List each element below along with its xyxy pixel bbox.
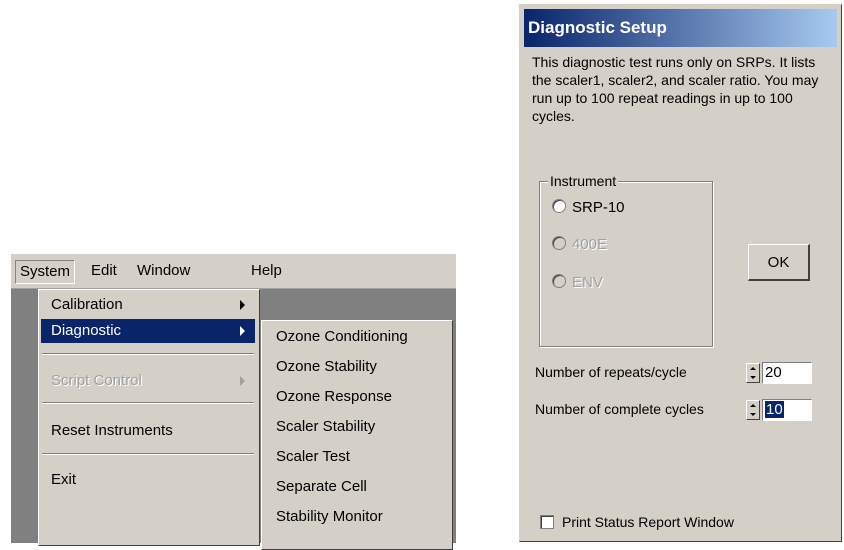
menu-help[interactable]: Help — [247, 260, 286, 282]
radio-400e[interactable]: 400E — [552, 235, 607, 255]
menu-system[interactable]: System — [15, 260, 76, 284]
print-status-checkbox[interactable]: Print Status Report Window — [540, 513, 734, 531]
menu-item-calibration[interactable]: Calibration — [41, 293, 255, 317]
menu-item-script-control[interactable]: Script Control — [41, 369, 255, 393]
submenu-item-scaler-test[interactable]: Scaler Test — [266, 444, 446, 470]
app-window: System Edit Window Help Calibration Diag… — [10, 253, 456, 550]
diagnostic-setup-dialog: Diagnostic Setup This diagnostic test ru… — [519, 4, 842, 542]
menu-edit[interactable]: Edit — [87, 260, 121, 282]
radio-env[interactable]: ENV — [552, 273, 603, 293]
spin-down-icon — [750, 376, 756, 379]
cycles-label: Number of complete cycles — [535, 401, 704, 417]
submenu-item-scaler-stability[interactable]: Scaler Stability — [266, 414, 446, 440]
menu-item-label: Diagnostic — [51, 322, 122, 339]
submenu-item-separate-cell[interactable]: Separate Cell — [266, 474, 446, 500]
radio-label: SRP-10 — [572, 199, 625, 216]
radio-button-icon — [552, 199, 566, 213]
repeats-value: 20 — [765, 364, 782, 381]
menu-window[interactable]: Window — [133, 260, 194, 282]
repeats-label: Number of repeats/cycle — [535, 364, 687, 380]
submenu-arrow-icon — [240, 300, 245, 310]
menu-bar: System Edit Window Help — [11, 254, 456, 289]
menu-item-reset-instruments[interactable]: Reset Instruments — [41, 419, 255, 443]
menu-separator — [42, 353, 254, 355]
dialog-title[interactable]: Diagnostic Setup — [524, 9, 837, 47]
menu-separator — [42, 453, 254, 455]
menu-item-label: Script Control — [51, 372, 142, 389]
radio-button-icon — [552, 236, 566, 250]
radio-label: ENV — [572, 274, 603, 291]
submenu-item-stability-monitor[interactable]: Stability Monitor — [266, 504, 446, 530]
system-menu: Calibration Diagnostic Script Control Re… — [38, 289, 260, 546]
cycles-input[interactable]: 10 — [762, 399, 812, 421]
menu-item-exit[interactable]: Exit — [41, 468, 255, 492]
submenu-item-ozone-stability[interactable]: Ozone Stability — [266, 354, 446, 380]
cycles-spinner[interactable] — [746, 400, 760, 420]
cycles-value: 10 — [765, 401, 784, 418]
spin-up-icon — [750, 367, 756, 370]
menu-item-label: Calibration — [51, 296, 123, 313]
repeats-spinner[interactable] — [746, 363, 760, 383]
menu-item-label: Reset Instruments — [51, 422, 173, 439]
repeats-input[interactable]: 20 — [762, 362, 812, 384]
spin-up-icon — [750, 404, 756, 407]
submenu-item-ozone-conditioning[interactable]: Ozone Conditioning — [266, 324, 446, 350]
dialog-description: This diagnostic test runs only on SRPs. … — [532, 54, 819, 124]
instrument-group-label: Instrument — [548, 172, 619, 190]
diagnostic-submenu: Ozone Conditioning Ozone Stability Ozone… — [261, 320, 453, 550]
radio-button-icon — [552, 274, 566, 288]
radio-srp-10[interactable]: SRP-10 — [552, 198, 625, 218]
menu-item-label: Exit — [51, 471, 77, 488]
ok-button[interactable]: OK — [748, 244, 810, 281]
menu-item-diagnostic[interactable]: Diagnostic — [41, 319, 255, 343]
checkbox-icon — [540, 515, 554, 529]
menu-separator — [42, 402, 254, 404]
checkbox-label: Print Status Report Window — [562, 514, 734, 530]
submenu-arrow-icon — [240, 376, 245, 386]
radio-label: 400E — [572, 236, 608, 253]
submenu-item-ozone-response[interactable]: Ozone Response — [266, 384, 446, 410]
spin-down-icon — [750, 413, 756, 416]
submenu-arrow-icon — [240, 326, 245, 336]
